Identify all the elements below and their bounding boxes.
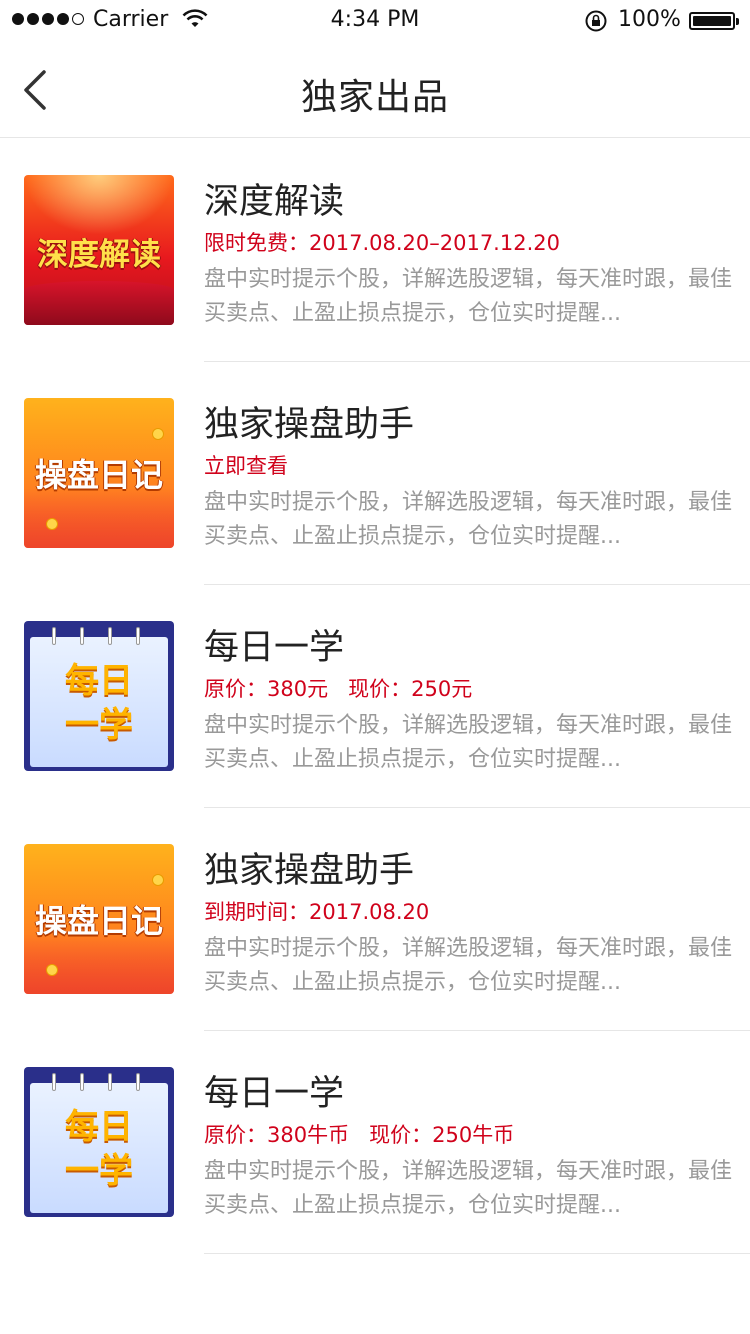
list-item[interactable]: 深度解读 深度解读 限时免费：2017.08.20–2017.12.20 盘中实… <box>0 139 750 362</box>
item-description: 盘中实时提示个股，详解选股逻辑，每天准时跟，最佳买卖点、止盈止损点提示，仓位实时… <box>204 490 733 549</box>
list-item[interactable]: 操盘日记 独家操盘助手 立即查看 盘中实时提示个股，详解选股逻辑，每天准时跟，最… <box>0 362 750 585</box>
navigation-bar: 独家出品 <box>0 40 750 138</box>
item-subtitle: 原价：380元 现价：250元 <box>204 677 473 701</box>
divider <box>204 1253 750 1254</box>
thumbnail-label: 每日一学 <box>65 661 133 745</box>
item-title: 深度解读 <box>204 182 345 222</box>
item-description: 盘中实时提示个股，详解选股逻辑，每天准时跟，最佳买卖点、止盈止损点提示，仓位实时… <box>204 713 733 772</box>
item-subtitle: 到期时间：2017.08.20 <box>204 900 430 924</box>
page-title: 独家出品 <box>300 77 449 118</box>
item-title: 每日一学 <box>204 628 345 668</box>
item-subtitle: 限时免费：2017.08.20–2017.12.20 <box>204 231 560 255</box>
item-description: 盘中实时提示个股，详解选股逻辑，每天准时跟，最佳买卖点、止盈止损点提示，仓位实时… <box>204 267 733 326</box>
thumbnail-label: 深度解读 <box>37 237 161 273</box>
item-title: 独家操盘助手 <box>204 851 415 891</box>
item-subtitle[interactable]: 立即查看 <box>204 450 288 480</box>
item-subtitle: 原价：380牛币 现价：250牛币 <box>204 1123 515 1147</box>
battery-icon <box>689 12 739 30</box>
thumbnail-label: 每日一学 <box>65 1107 133 1191</box>
list-item[interactable]: 每日一学 每日一学 原价：380元 现价：250元 盘中实时提示个股，详解选股逻… <box>0 585 750 808</box>
rotation-lock-icon <box>585 10 607 32</box>
list-item[interactable]: 每日一学 每日一学 原价：380牛币 现价：250牛币 盘中实时提示个股，详解选… <box>0 1031 750 1254</box>
item-thumbnail: 操盘日记 <box>24 398 174 548</box>
item-title: 每日一学 <box>204 1074 345 1114</box>
item-title: 独家操盘助手 <box>204 405 415 445</box>
item-thumbnail: 操盘日记 <box>24 844 174 994</box>
thumbnail-label: 操盘日记 <box>34 456 163 494</box>
item-description: 盘中实时提示个股，详解选股逻辑，每天准时跟，最佳买卖点、止盈止损点提示，仓位实时… <box>204 1159 733 1218</box>
status-bar: Carrier 4:34 PM 100% <box>0 0 750 40</box>
item-description: 盘中实时提示个股，详解选股逻辑，每天准时跟，最佳买卖点、止盈止损点提示，仓位实时… <box>204 936 733 995</box>
thumbnail-label: 操盘日记 <box>34 902 163 940</box>
product-list: 深度解读 深度解读 限时免费：2017.08.20–2017.12.20 盘中实… <box>0 139 750 1254</box>
battery-percent: 100% <box>618 7 681 32</box>
item-thumbnail: 每日一学 <box>24 1067 174 1217</box>
list-item[interactable]: 操盘日记 独家操盘助手 到期时间：2017.08.20 盘中实时提示个股，详解选… <box>0 808 750 1031</box>
item-thumbnail: 每日一学 <box>24 621 174 771</box>
item-thumbnail: 深度解读 <box>24 175 174 325</box>
